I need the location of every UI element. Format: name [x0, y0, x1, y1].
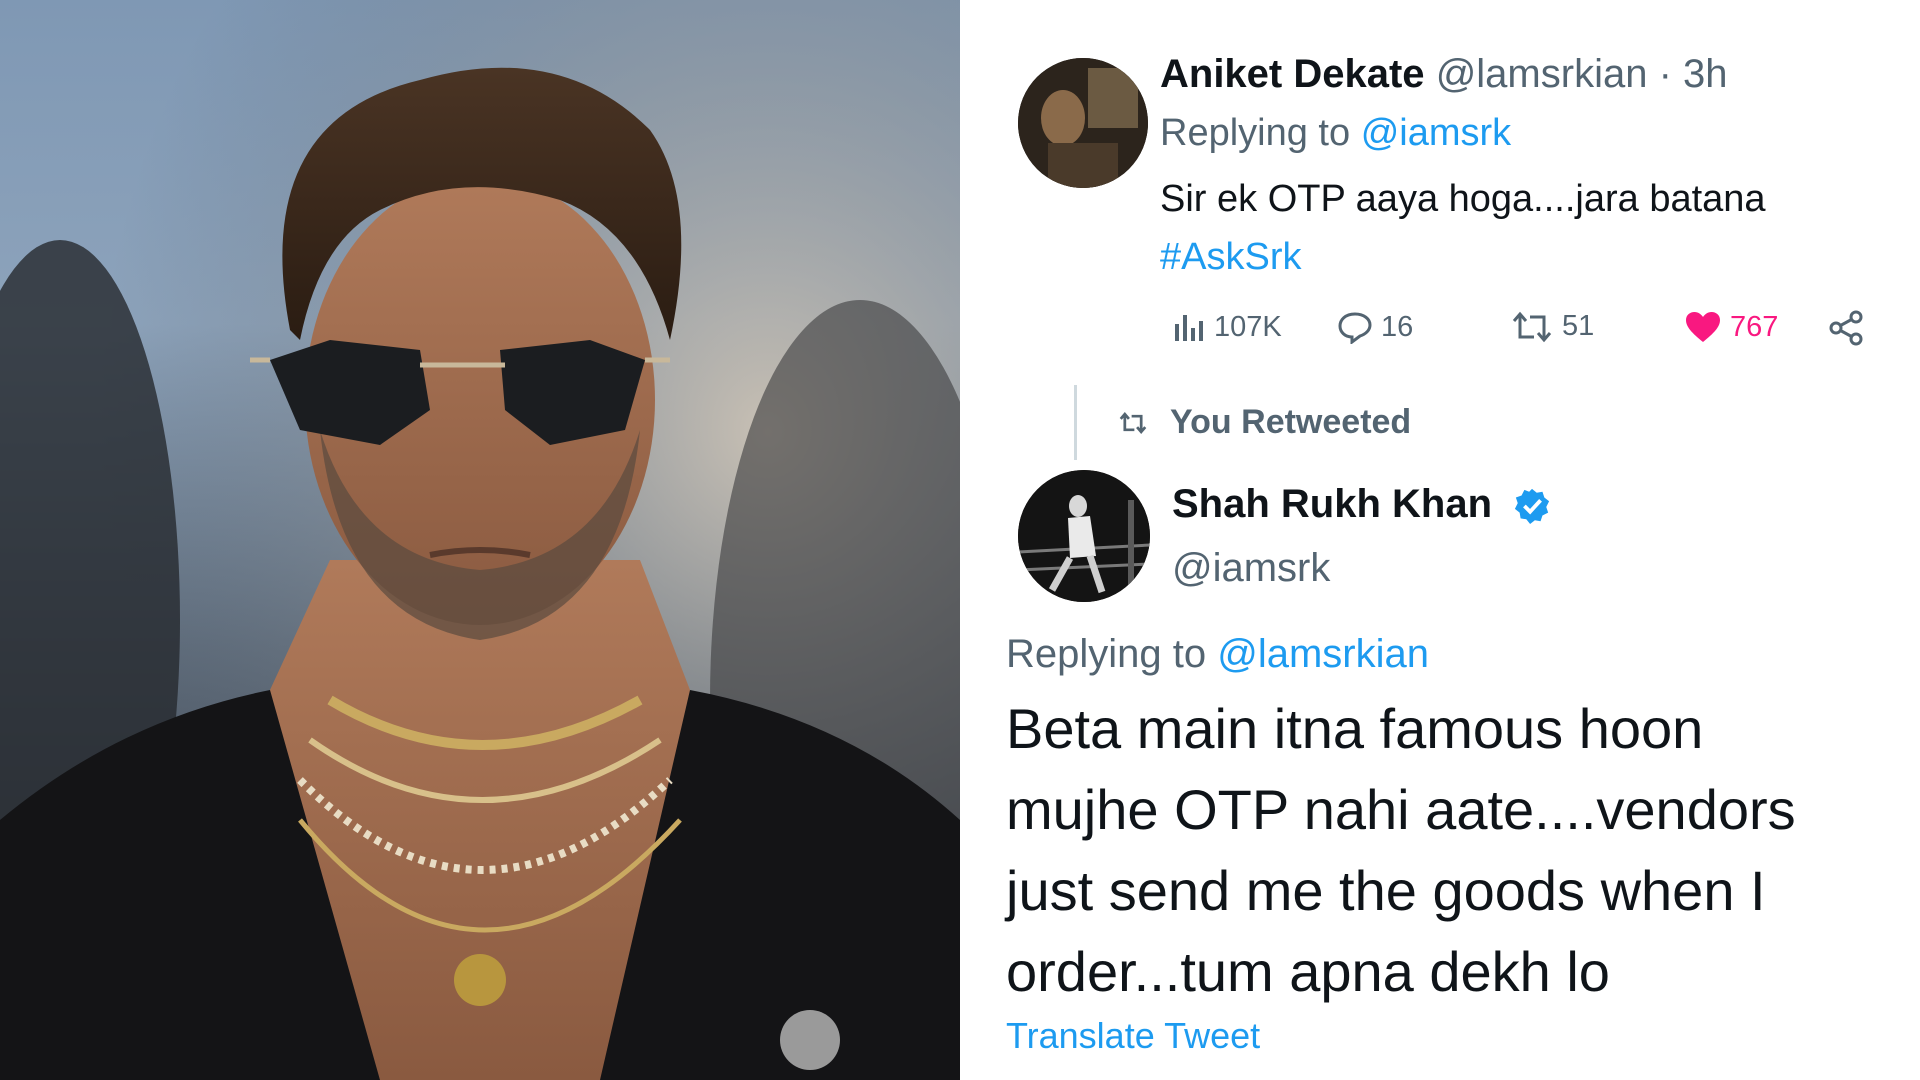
tweet2-text-line: Beta main itna famous hoon: [1006, 697, 1704, 760]
heart-icon: [1686, 312, 1720, 342]
like-count: 767: [1730, 310, 1779, 343]
tweet1-hashtag[interactable]: #AskSrk: [1160, 228, 1766, 286]
tweet1-author-name[interactable]: Aniket Dekate: [1160, 52, 1425, 96]
tweet2-replying-to: Replying to @lamsrkian: [1006, 632, 1429, 677]
avatar-image: [1018, 58, 1148, 188]
tweet1-text: Sir ek OTP aaya hoga....jara batana: [1160, 178, 1766, 220]
reply-icon: [1338, 312, 1372, 344]
views-stat[interactable]: 107K: [1172, 310, 1282, 344]
celebrity-photo: [0, 0, 960, 1080]
tweet2-text-line: mujhe OTP nahi aate....vendors: [1006, 778, 1796, 841]
tweet2-body: Beta main itna famous hoon mujhe OTP nah…: [1006, 688, 1906, 1012]
retweet-icon: [1512, 311, 1552, 342]
tweet1-separator: ·: [1658, 52, 1672, 96]
tweet2-author-handle[interactable]: @iamsrk: [1172, 546, 1330, 591]
tweet2-replying-handle[interactable]: @lamsrkian: [1217, 632, 1429, 676]
tweet1-action-bar: 107K 16 51 767: [1172, 310, 1864, 360]
retweet-label: You Retweeted: [1170, 403, 1412, 441]
retweet-stat[interactable]: 51: [1510, 310, 1594, 343]
tweet1-replying-prefix: Replying to: [1160, 112, 1351, 154]
tweet1-time[interactable]: 3h: [1683, 52, 1728, 96]
views-icon: [1175, 315, 1203, 341]
reply-count: 16: [1381, 310, 1414, 343]
retweet-count: 51: [1562, 310, 1595, 342]
photo-illustration: [0, 0, 960, 1080]
tweet-panel: Aniket Dekate @lamsrkian · 3h Replying t…: [966, 0, 1920, 1080]
avatar-aniket[interactable]: [1018, 58, 1148, 188]
like-stat[interactable]: 767: [1684, 310, 1778, 344]
translate-tweet-link[interactable]: Translate Tweet: [1006, 1015, 1260, 1057]
share-stat[interactable]: [1828, 310, 1864, 346]
avatar-image: [1018, 470, 1150, 602]
tweet1-replying-to: Replying to @iamsrk: [1160, 112, 1511, 155]
tweet2-text-line: just send me the goods when I: [1006, 859, 1766, 922]
tweet2-author-name[interactable]: Shah Rukh Khan: [1172, 482, 1492, 526]
share-icon: [1829, 310, 1863, 346]
retweet-small-icon: [1119, 411, 1147, 434]
tweet2-author-row: Shah Rukh Khan: [1172, 482, 1551, 527]
views-count: 107K: [1214, 310, 1282, 343]
tweet2-text-line: order...tum apna dekh lo: [1006, 940, 1610, 1003]
tweet1-replying-handle[interactable]: @iamsrk: [1361, 112, 1511, 154]
tweet1-author-row: Aniket Dekate @lamsrkian · 3h: [1160, 52, 1728, 97]
tweet1-author-handle[interactable]: @lamsrkian: [1436, 52, 1648, 96]
tweet2-replying-prefix: Replying to: [1006, 632, 1207, 676]
verified-badge-icon: [1515, 489, 1550, 525]
reply-stat[interactable]: 16: [1337, 310, 1413, 344]
tweet1-body: Sir ek OTP aaya hoga....jara batana #Ask…: [1160, 170, 1766, 286]
retweet-context: You Retweeted: [1118, 403, 1411, 442]
avatar-srk[interactable]: [1018, 470, 1150, 602]
thread-line: [1074, 385, 1077, 460]
